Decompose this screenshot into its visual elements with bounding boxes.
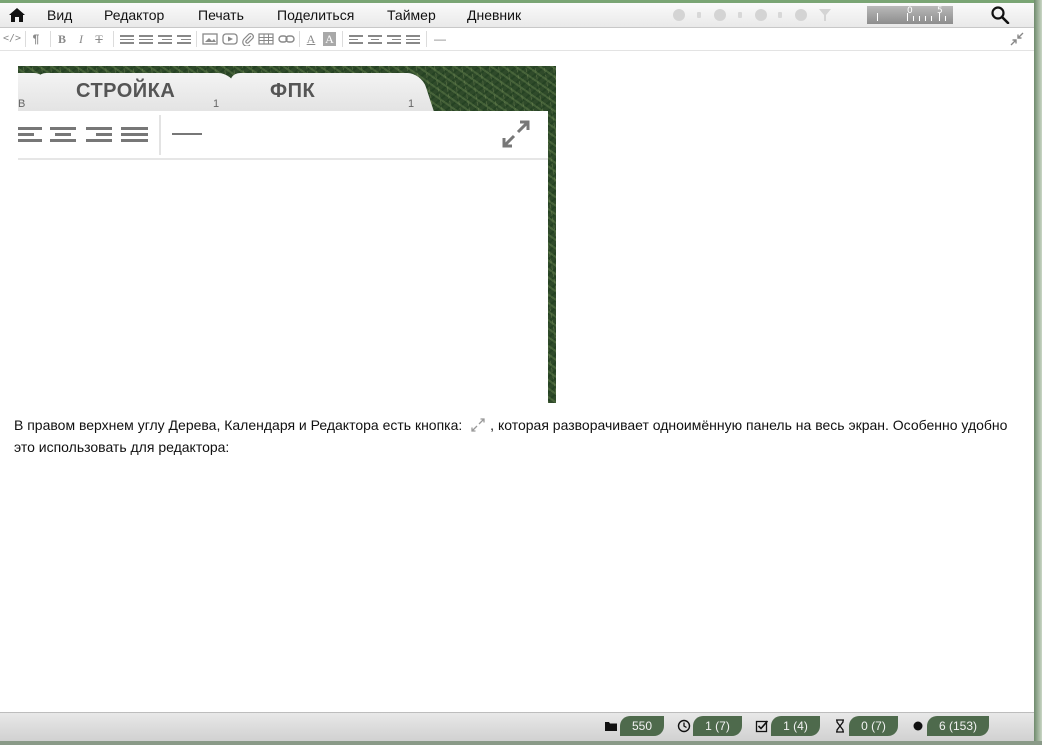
attachment-icon[interactable] — [241, 32, 255, 46]
handle-icon — [738, 12, 742, 18]
align-justify-icon[interactable] — [406, 33, 420, 49]
paragraph-button[interactable]: ¶ — [30, 31, 42, 47]
handle-icon — [697, 12, 701, 18]
paragraph-text-start: В правом верхнем углу Дерева, Календаря … — [14, 417, 463, 433]
collapse-icon[interactable] — [1009, 31, 1025, 47]
home-icon[interactable] — [8, 7, 26, 23]
align-left-icon — [18, 124, 42, 145]
tab-stroyka: СТРОЙКА 1 — [46, 73, 246, 115]
numbered-list-icon[interactable] — [139, 33, 153, 49]
menu-diary[interactable]: Дневник — [467, 7, 521, 23]
align-left-icon[interactable] — [349, 33, 363, 49]
menu-editor[interactable]: Редактор — [104, 7, 164, 23]
font-color-button[interactable]: A — [305, 31, 317, 47]
tab-fpk-count: 1 — [408, 98, 415, 110]
expand-icon — [471, 418, 485, 432]
table-icon[interactable] — [258, 32, 274, 46]
help-paragraph: В правом верхнем углу Дерева, Календаря … — [14, 414, 1024, 458]
filter-icon[interactable] — [819, 9, 831, 21]
timers-counter[interactable]: 0 (7) — [833, 716, 898, 736]
indent-icon[interactable] — [177, 33, 191, 49]
font-background-button[interactable]: A — [323, 32, 336, 46]
menu-timer[interactable]: Таймер — [387, 7, 436, 23]
hourglass-icon — [836, 719, 844, 733]
image-icon[interactable] — [202, 32, 218, 46]
notes-counter[interactable]: 550 — [604, 716, 664, 736]
align-right-icon[interactable] — [387, 33, 401, 49]
bold-button[interactable]: B — [56, 31, 68, 47]
reminders-counter[interactable]: 1 (7) — [677, 716, 742, 736]
zoom-ruler[interactable]: 0 5 — [867, 6, 953, 24]
folder-icon — [605, 722, 617, 731]
horizontal-rule-icon — [172, 133, 202, 135]
tab-stroyka-label: СТРОЙКА — [76, 80, 176, 102]
tab-fpk-label: ФПК — [270, 80, 316, 102]
tasks-count: 1 (4) — [771, 716, 820, 736]
align-center-icon — [50, 124, 76, 145]
tasks-counter[interactable]: 1 (4) — [755, 716, 820, 736]
circle-icon[interactable] — [673, 9, 685, 21]
bullet-list-icon[interactable] — [120, 33, 134, 49]
video-icon[interactable] — [222, 32, 238, 46]
menu-share[interactable]: Поделиться — [277, 7, 354, 23]
expand-icon — [502, 120, 530, 148]
notes-count: 550 — [620, 716, 664, 736]
status-bar: 550 1 (7) 1 (4) 0 (7) 6 (153) — [0, 712, 1034, 741]
timers-count: 0 (7) — [849, 716, 898, 736]
window-border-right — [1034, 0, 1042, 745]
records-count: 6 (153) — [927, 716, 989, 736]
source-code-button[interactable]: </> — [2, 31, 22, 47]
circle-icon[interactable] — [714, 9, 726, 21]
menu-print[interactable]: Печать — [198, 7, 244, 23]
italic-button[interactable]: I — [75, 31, 87, 47]
link-icon[interactable] — [278, 32, 295, 46]
editor-toolbar: </> ¶ B I T A A — — [0, 28, 1034, 51]
align-center-icon[interactable] — [368, 33, 382, 49]
align-justify-icon — [121, 124, 148, 145]
outdent-icon[interactable] — [158, 33, 172, 49]
app-window: Вид Редактор Печать Поделиться Таймер Дн… — [0, 0, 1035, 741]
circle-icon[interactable] — [755, 9, 767, 21]
records-counter[interactable]: 6 (153) — [911, 716, 991, 736]
dot-icon — [913, 721, 923, 731]
reminders-count: 1 (7) — [693, 716, 742, 736]
search-icon[interactable] — [990, 6, 1010, 24]
menubar: Вид Редактор Печать Поделиться Таймер Дн… — [0, 3, 1034, 28]
strikethrough-button[interactable]: T — [93, 31, 105, 47]
tab-stroyka-count: 1 — [213, 98, 220, 110]
clock-icon — [677, 719, 691, 733]
window-border-bottom — [0, 741, 1042, 745]
tab-fpk: ФПК 1 — [240, 73, 435, 115]
menu-view[interactable]: Вид — [47, 7, 72, 23]
handle-icon — [778, 12, 782, 18]
horizontal-rule-button[interactable]: — — [432, 31, 448, 47]
circle-icon[interactable] — [795, 9, 807, 21]
editor-screenshot-image: В СТРОЙКА 1 ФПК 1 — [18, 66, 556, 403]
panel-toolbar-preview — [18, 111, 548, 160]
align-right-icon — [86, 124, 112, 145]
checkbox-icon — [755, 720, 769, 733]
editor-panel-preview — [18, 111, 548, 403]
